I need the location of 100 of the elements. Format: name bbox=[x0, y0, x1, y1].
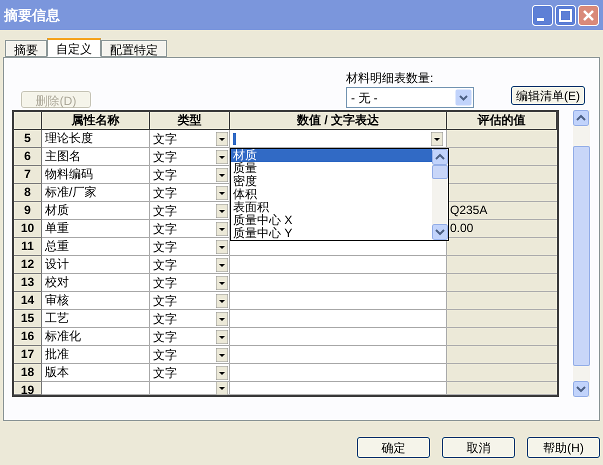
type-select[interactable]: 文字 bbox=[150, 292, 230, 310]
dropdown-scrollbar[interactable] bbox=[432, 149, 448, 240]
row-header: 8 bbox=[14, 184, 42, 202]
value-cell[interactable] bbox=[230, 274, 447, 292]
dropdown-item[interactable]: 材质 bbox=[231, 149, 432, 162]
dropdown-arrow-icon[interactable] bbox=[216, 312, 228, 326]
row-header: 11 bbox=[14, 238, 42, 256]
value-cell[interactable] bbox=[230, 292, 447, 310]
table-cell: 0.00 bbox=[447, 220, 557, 238]
row-header: 19 bbox=[14, 382, 42, 395]
value-cell[interactable] bbox=[230, 130, 447, 148]
dropdown-arrow-icon[interactable] bbox=[216, 348, 228, 362]
minimize-icon[interactable] bbox=[532, 4, 553, 26]
dropdown-arrow-icon[interactable] bbox=[216, 150, 228, 164]
table-cell: 理论长度 bbox=[42, 130, 150, 148]
dropdown-item[interactable]: 质量中心 X bbox=[231, 214, 432, 227]
table-cell: 工艺 bbox=[42, 310, 150, 328]
value-cell[interactable] bbox=[230, 328, 447, 346]
dropdown-arrow-icon[interactable] bbox=[216, 330, 228, 344]
scroll-up-icon[interactable] bbox=[432, 149, 448, 165]
table-cell: 批准 bbox=[42, 346, 150, 364]
type-select[interactable]: 文字 bbox=[150, 274, 230, 292]
row-header: 18 bbox=[14, 364, 42, 382]
dropdown-arrow-icon[interactable] bbox=[216, 382, 228, 395]
row-header: 16 bbox=[14, 328, 42, 346]
dropdown-arrow-icon[interactable] bbox=[216, 240, 228, 254]
dropdown-item[interactable]: 体积 bbox=[231, 188, 432, 201]
scroll-thumb[interactable] bbox=[432, 165, 448, 179]
type-select[interactable]: 文字 bbox=[150, 364, 230, 382]
value-cell[interactable] bbox=[230, 310, 447, 328]
dropdown-arrow-icon[interactable] bbox=[216, 294, 228, 308]
table-cell: 版本 bbox=[42, 364, 150, 382]
type-select[interactable]: 文字 bbox=[150, 256, 230, 274]
table-cell: 审核 bbox=[42, 292, 150, 310]
scroll-down-icon[interactable] bbox=[432, 224, 448, 240]
table-cell: 单重 bbox=[42, 220, 150, 238]
dropdown-arrow-icon[interactable] bbox=[216, 258, 228, 272]
text-cursor bbox=[233, 132, 236, 144]
tab[interactable]: 摘要 bbox=[5, 40, 47, 57]
dropdown-item[interactable]: 质量 bbox=[231, 162, 432, 175]
bom-quantity-label: 材料明细表数量: bbox=[346, 70, 434, 87]
edit-list-button[interactable]: 编辑清单(E) bbox=[511, 86, 585, 105]
vertical-scrollbar[interactable] bbox=[573, 110, 590, 397]
dropdown-item[interactable]: 密度 bbox=[231, 175, 432, 188]
row-header: 9 bbox=[14, 202, 42, 220]
dropdown-arrow-icon[interactable] bbox=[216, 168, 228, 182]
dropdown-arrow-icon[interactable] bbox=[216, 204, 228, 218]
table-cell: 标准化 bbox=[42, 328, 150, 346]
row-header: 17 bbox=[14, 346, 42, 364]
maximize-icon[interactable] bbox=[555, 4, 576, 26]
type-select[interactable]: 文字 bbox=[150, 202, 230, 220]
table-cell: 物料编码 bbox=[42, 166, 150, 184]
type-select[interactable]: 文字 bbox=[150, 220, 230, 238]
value-cell[interactable] bbox=[230, 364, 447, 382]
type-select[interactable]: 文字 bbox=[150, 130, 230, 148]
tab[interactable]: 自定义 bbox=[47, 38, 101, 57]
close-icon[interactable] bbox=[578, 4, 599, 26]
dropdown-arrow-icon[interactable] bbox=[216, 366, 228, 380]
row-header: 10 bbox=[14, 220, 42, 238]
dialog-button[interactable]: 取消 bbox=[442, 437, 515, 458]
value-cell[interactable] bbox=[230, 382, 447, 395]
table-cell: 标准/厂家 bbox=[42, 184, 150, 202]
dropdown-arrow-icon[interactable] bbox=[216, 132, 228, 146]
column-header: 属性名称 bbox=[42, 112, 150, 130]
bom-quantity-select[interactable]: - 无 - bbox=[346, 87, 474, 108]
table-cell: 主图名 bbox=[42, 148, 150, 166]
table-cell: 校对 bbox=[42, 274, 150, 292]
table-cell: Q235A bbox=[447, 202, 557, 220]
type-select[interactable]: 文字 bbox=[150, 346, 230, 364]
row-header: 15 bbox=[14, 310, 42, 328]
dropdown-item[interactable]: 质量中心 Y bbox=[231, 227, 432, 240]
type-select[interactable]: 文字 bbox=[150, 184, 230, 202]
dropdown-arrow-icon[interactable] bbox=[216, 276, 228, 290]
type-select[interactable]: 文字 bbox=[150, 310, 230, 328]
value-cell[interactable] bbox=[230, 346, 447, 364]
row-header: 14 bbox=[14, 292, 42, 310]
table-cell: 总重 bbox=[42, 238, 150, 256]
dropdown-arrow-icon[interactable] bbox=[431, 132, 443, 146]
dialog-button[interactable]: 确定 bbox=[357, 437, 430, 458]
row-header: 5 bbox=[14, 130, 42, 148]
window-title: 摘要信息 bbox=[4, 6, 60, 24]
scroll-thumb[interactable] bbox=[573, 146, 590, 366]
value-cell[interactable] bbox=[230, 256, 447, 274]
type-select[interactable]: 文字 bbox=[150, 328, 230, 346]
scroll-up-icon[interactable] bbox=[573, 110, 589, 126]
table-cell: 设计 bbox=[42, 256, 150, 274]
dropdown-arrow-icon[interactable] bbox=[216, 186, 228, 200]
row-header: 6 bbox=[14, 148, 42, 166]
dropdown-arrow-icon[interactable] bbox=[216, 222, 228, 236]
scroll-down-icon[interactable] bbox=[573, 381, 589, 397]
row-header: 7 bbox=[14, 166, 42, 184]
row-header: 12 bbox=[14, 256, 42, 274]
column-header: 评估的值 bbox=[447, 112, 557, 130]
type-select[interactable]: 文字 bbox=[150, 238, 230, 256]
dropdown-item[interactable]: 表面积 bbox=[231, 201, 432, 214]
type-select[interactable]: 文字 bbox=[150, 166, 230, 184]
type-select[interactable]: 文字 bbox=[150, 148, 230, 166]
table-cell: 材质 bbox=[42, 202, 150, 220]
dialog-button[interactable]: 帮助(H) bbox=[527, 437, 600, 458]
tab[interactable]: 配置特定 bbox=[101, 40, 167, 57]
